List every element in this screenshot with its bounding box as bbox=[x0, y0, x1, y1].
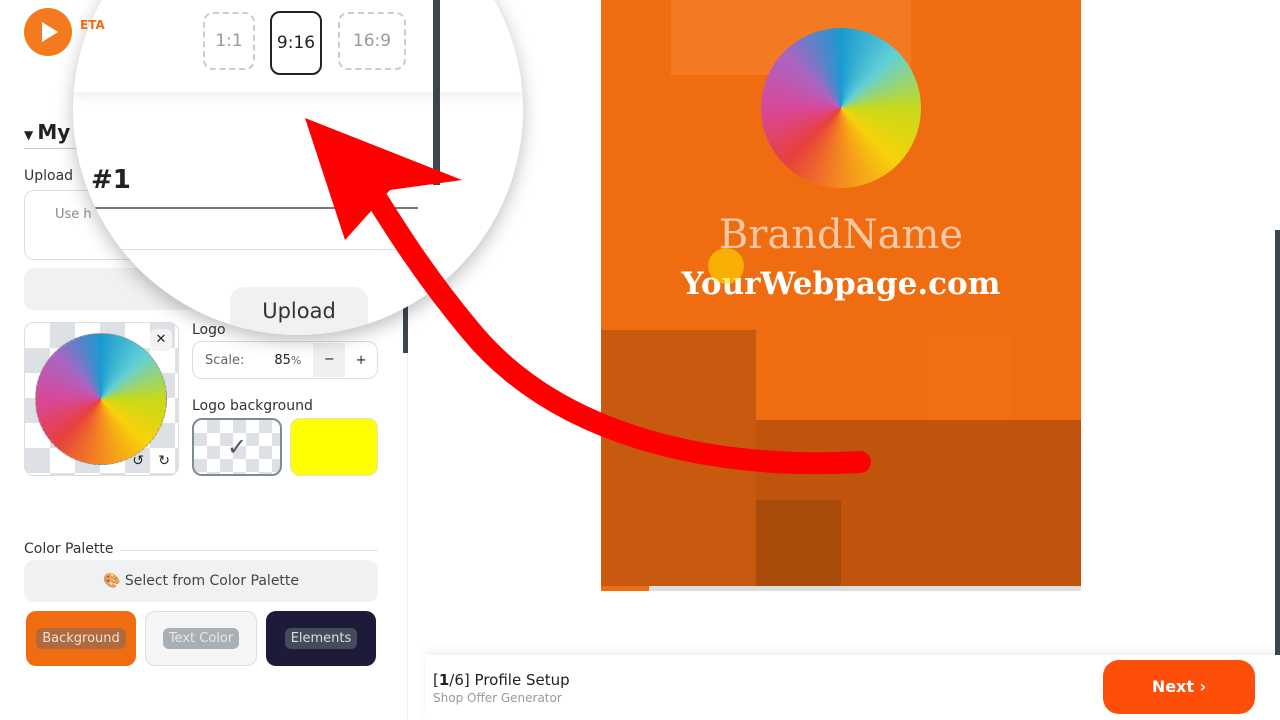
beta-label: ETA bbox=[80, 18, 105, 32]
cursor-highlight bbox=[708, 248, 744, 284]
upload-hint: Use h bbox=[55, 207, 92, 222]
red-arrow-annotation bbox=[305, 118, 871, 475]
